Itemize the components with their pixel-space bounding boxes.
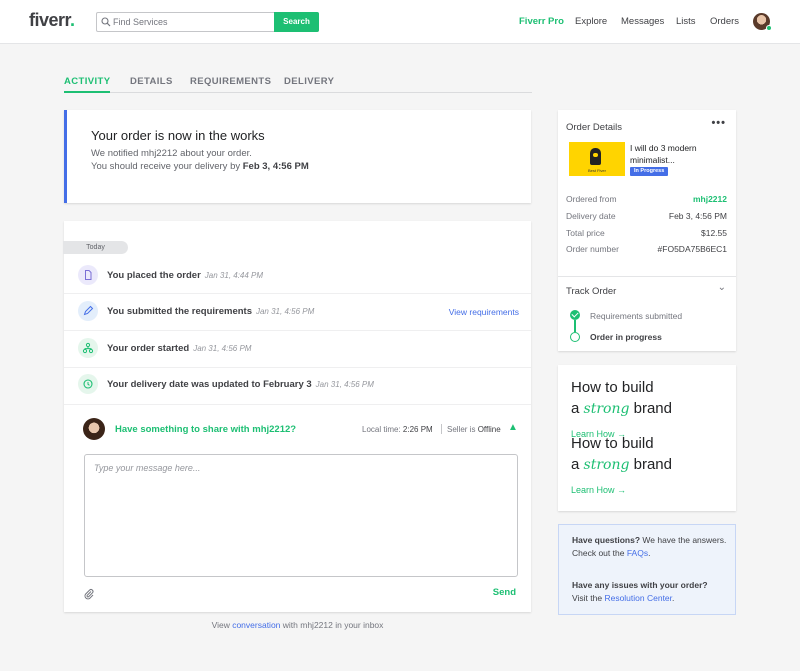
activity-card: Today You placed the order Jan 31, 4:44 P… [63,221,531,612]
order-status-card: Your order is now in the works We notifi… [64,110,531,203]
divider [558,276,736,277]
event-text: You submitted the requirements Jan 31, 4:… [107,306,315,317]
message-textarea[interactable] [84,454,518,577]
seller-link[interactable]: mhj2212 [693,194,727,204]
seller-status: Seller is Offline [447,425,501,434]
day-label: Today [63,241,128,254]
step-order-in-progress: Order in progress [590,332,662,342]
hierarchy-icon [78,338,98,358]
event-text: You placed the order Jan 31, 4:44 PM [107,270,264,281]
faqs-link[interactable]: FAQs [627,548,648,558]
seller-avatar [83,418,105,440]
tab-requirements[interactable]: REQUIREMENTS [190,76,271,87]
help-box: Have questions? We have the answers. Chec… [558,524,736,615]
inbox-note: View conversation with mhj2212 in your i… [211,620,384,630]
user-avatar[interactable] [753,13,772,31]
attachment-icon[interactable] [83,588,95,600]
event-text: Your delivery date was updated to Februa… [107,379,374,390]
nav-explore[interactable]: Explore [575,16,607,27]
promo-title: How to build a strong brand [571,379,672,417]
order-tabs: ACTIVITY DETAILS REQUIREMENTS DELIVERY [64,76,532,93]
status-delivery-text: You should receive your delivery by Feb … [91,161,309,172]
promo-title: How to build a strong brand [571,435,672,473]
gig-title[interactable]: I will do 3 modern minimalist... [630,142,730,166]
send-button[interactable]: Send [493,587,516,598]
learn-how-link[interactable]: Learn How → [571,485,626,495]
tab-delivery[interactable]: DELIVERY [284,76,334,87]
search-bar: Search [96,12,319,32]
activity-event: You submitted the requirements Jan 31, 4:… [78,297,531,333]
current-step-icon [570,332,580,342]
search-button[interactable]: Search [274,12,319,32]
nav-lists[interactable]: Lists [676,16,696,27]
help-resolution-text: Have any issues with your order? Visit th… [572,580,708,603]
status-notified-text: We notified mhj2212 about your order. [91,148,252,159]
search-icon [101,17,111,27]
gig-thumbnail[interactable]: Best Fiver [569,142,625,176]
divider [64,367,531,368]
nav-fiverr-pro[interactable]: Fiverr Pro [519,16,564,27]
event-text: Your order started Jan 31, 4:56 PM [107,343,252,354]
activity-event: Your delivery date was updated to Februa… [78,370,531,406]
divider [441,424,442,434]
fiverr-logo[interactable]: fiverr. [29,10,75,31]
chevron-down-icon[interactable]: ⌄ [718,282,726,293]
step-requirements-submitted: Requirements submitted [590,311,683,321]
promo-card: How to build a strong brand Learn How → H… [558,365,736,511]
nav-orders[interactable]: Orders [710,16,739,27]
local-time: Local time: 2:26 PM [362,425,433,434]
top-header: fiverr. Search Fiverr Pro Explore Messag… [0,0,800,44]
divider [64,293,531,294]
share-prompt: Have something to share with mhj2212? [115,424,297,435]
more-icon[interactable]: ••• [711,117,726,129]
help-faq-text: Have questions? We have the answers. Chec… [572,535,727,558]
resolution-center-link[interactable]: Resolution Center [604,593,672,603]
chevron-up-icon[interactable]: ▲ [508,422,518,433]
pencil-icon [78,301,98,321]
status-title: Your order is now in the works [91,128,265,143]
online-indicator [766,25,772,31]
nav-messages[interactable]: Messages [621,16,664,27]
activity-event: You placed the order Jan 31, 4:44 PM [78,261,531,297]
order-details-card: Order Details ••• Best Fiver I will do 3… [558,110,736,351]
check-icon [570,310,580,320]
tab-activity[interactable]: ACTIVITY [64,76,111,93]
tab-details[interactable]: DETAILS [130,76,173,87]
gig-image-figure [590,148,601,165]
track-order-title[interactable]: Track Order [566,286,616,297]
progress-line [574,320,576,332]
status-badge: In Progress [630,167,669,176]
activity-event: Your order started Jan 31, 4:56 PM [78,334,531,370]
order-details-title: Order Details [566,122,622,133]
document-icon [78,265,98,285]
gig-thumbnail-caption: Best Fiver [587,168,606,173]
divider [64,404,531,405]
message-header: Have something to share with mhj2212? Lo… [64,418,531,448]
divider [64,330,531,331]
clock-icon [78,374,98,394]
view-requirements-link[interactable]: View requirements [449,307,519,317]
conversation-link[interactable]: conversation [232,620,280,630]
search-input[interactable] [113,15,271,29]
